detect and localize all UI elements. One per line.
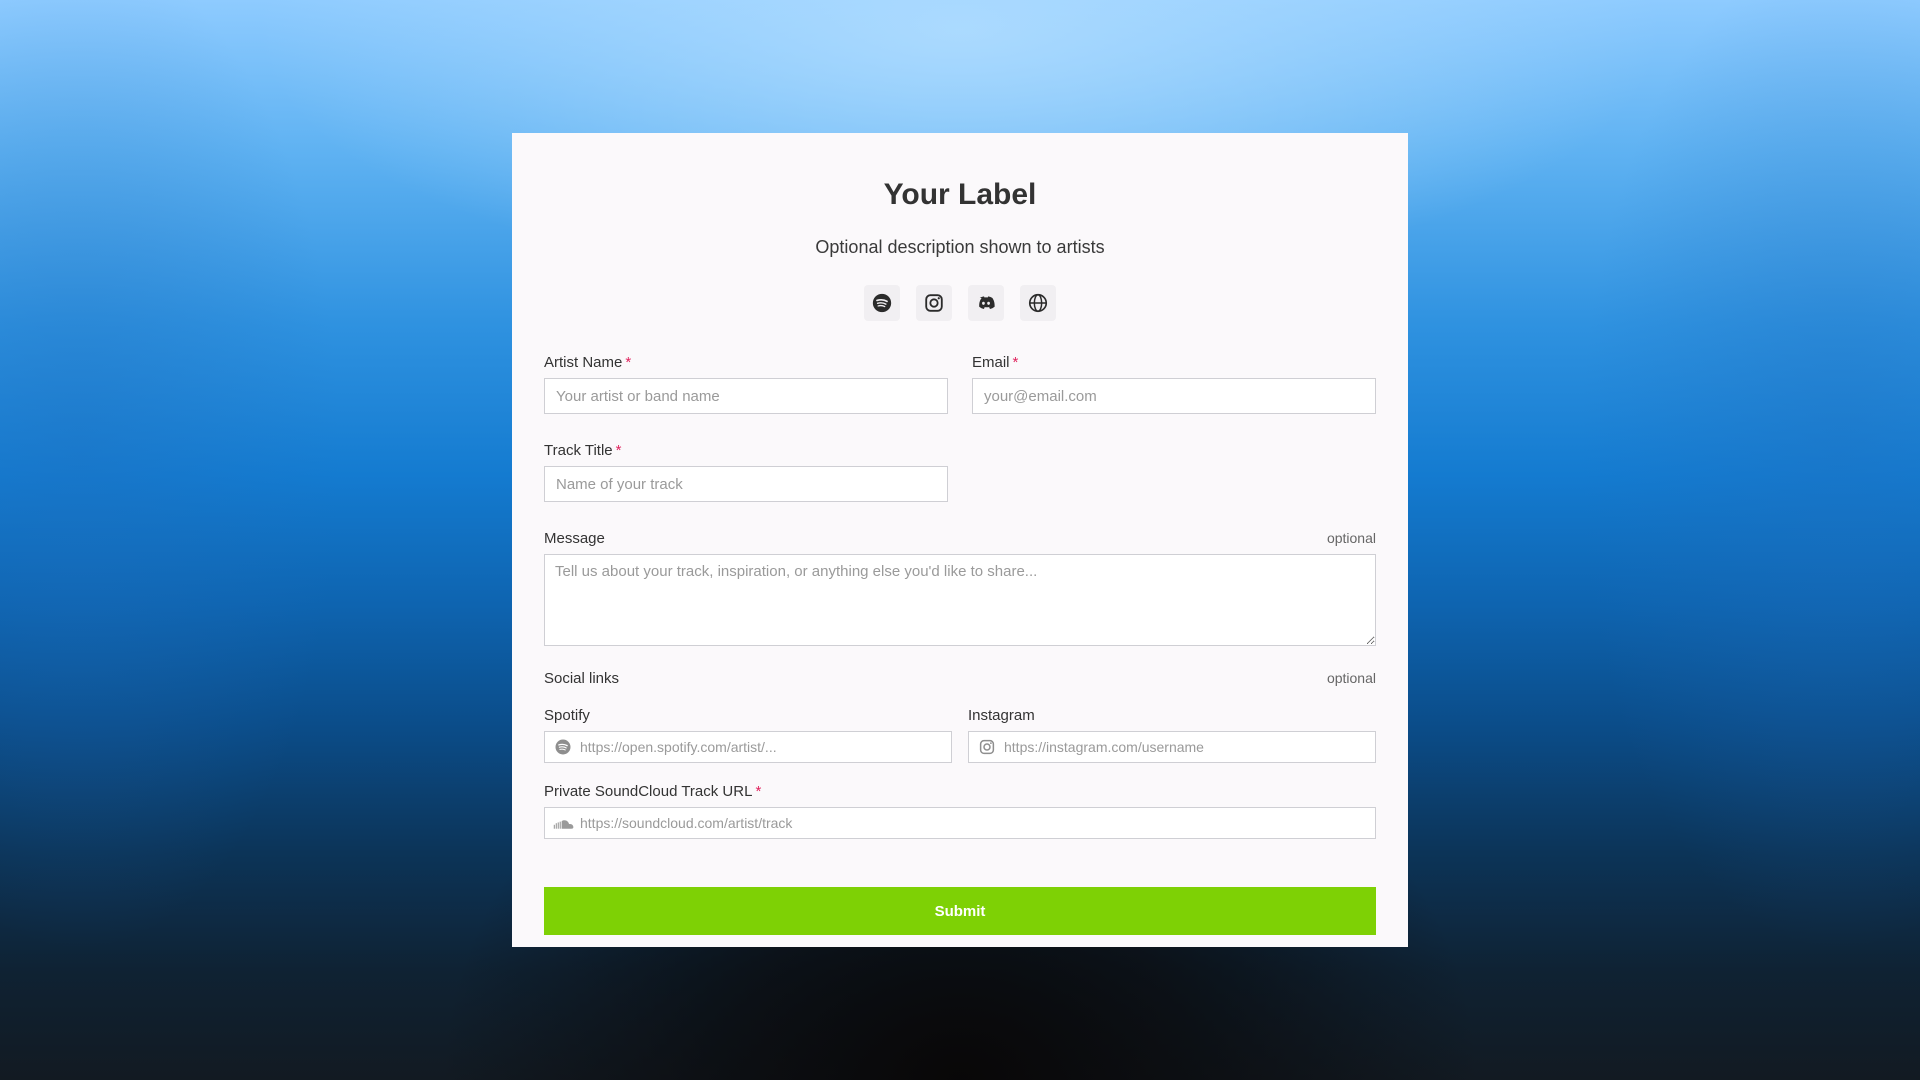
instagram-label-text: Instagram (968, 706, 1035, 724)
soundcloud-input-wrapper (544, 807, 1376, 839)
optional-tag: optional (1326, 670, 1376, 686)
required-mark: * (755, 782, 762, 800)
soundcloud-url-input[interactable] (580, 808, 1370, 838)
email-label-text: Email (972, 353, 1010, 371)
required-mark: * (625, 353, 632, 371)
instagram-field: Instagram (968, 705, 1376, 763)
spotify-label-text: Spotify (544, 706, 590, 724)
track-title-label: Track Title * (544, 440, 948, 460)
discord-link-button[interactable] (968, 285, 1004, 321)
soundcloud-icon (553, 820, 574, 829)
social-links-header: Social links optional (544, 670, 1376, 690)
spotify-input-wrapper (544, 731, 952, 763)
track-title-field: Track Title * (544, 440, 948, 502)
discord-icon (979, 296, 995, 309)
page-description: Optional description shown to artists (815, 237, 1105, 257)
spotify-link-button[interactable] (864, 285, 900, 321)
message-label: Message optional (544, 528, 1376, 548)
track-title-row: Track Title * (544, 440, 1376, 502)
spotify-icon (555, 739, 571, 755)
instagram-icon (979, 739, 995, 755)
instagram-icon (925, 294, 943, 312)
soundcloud-field: Private SoundCloud Track URL * (544, 781, 1376, 839)
soundcloud-label: Private SoundCloud Track URL * (544, 781, 1376, 801)
message-textarea[interactable] (544, 554, 1376, 646)
artist-name-field: Artist Name * (544, 352, 948, 414)
artist-name-label: Artist Name * (544, 352, 948, 372)
track-title-input[interactable] (544, 466, 948, 502)
instagram-link-button[interactable] (916, 285, 952, 321)
email-field: Email * (972, 352, 1376, 414)
artist-name-label-text: Artist Name (544, 353, 623, 371)
required-mark: * (615, 441, 622, 459)
track-title-label-text: Track Title (544, 441, 613, 459)
message-label-text: Message (544, 529, 605, 547)
social-links-label: Social links (544, 670, 620, 687)
website-link-button[interactable] (1020, 285, 1056, 321)
soundcloud-label-text: Private SoundCloud Track URL (544, 782, 753, 800)
spotify-field: Spotify (544, 705, 952, 763)
submit-button[interactable]: Submit (544, 887, 1376, 935)
instagram-url-input[interactable] (1004, 732, 1370, 762)
globe-icon (1028, 293, 1048, 313)
email-label: Email * (972, 352, 1376, 372)
optional-tag: optional (1326, 530, 1376, 546)
submission-form-card: Your Label Optional description shown to… (512, 133, 1408, 947)
name-email-row: Artist Name* Email* (544, 352, 1376, 414)
required-mark: * (1012, 353, 1019, 371)
page-title: Your Label (883, 178, 1037, 211)
artist-name-input[interactable] (544, 378, 948, 414)
spotify-url-input[interactable] (580, 732, 946, 762)
email-input[interactable] (972, 378, 1376, 414)
spotify-label: Spotify (544, 705, 952, 725)
social-icon-row (544, 285, 1376, 321)
instagram-label: Instagram (968, 705, 1376, 725)
instagram-input-wrapper (968, 731, 1376, 763)
message-field: Message optional (544, 528, 1376, 646)
spotify-icon (872, 293, 892, 313)
social-links-row: Spotify Instagram (544, 705, 1376, 763)
